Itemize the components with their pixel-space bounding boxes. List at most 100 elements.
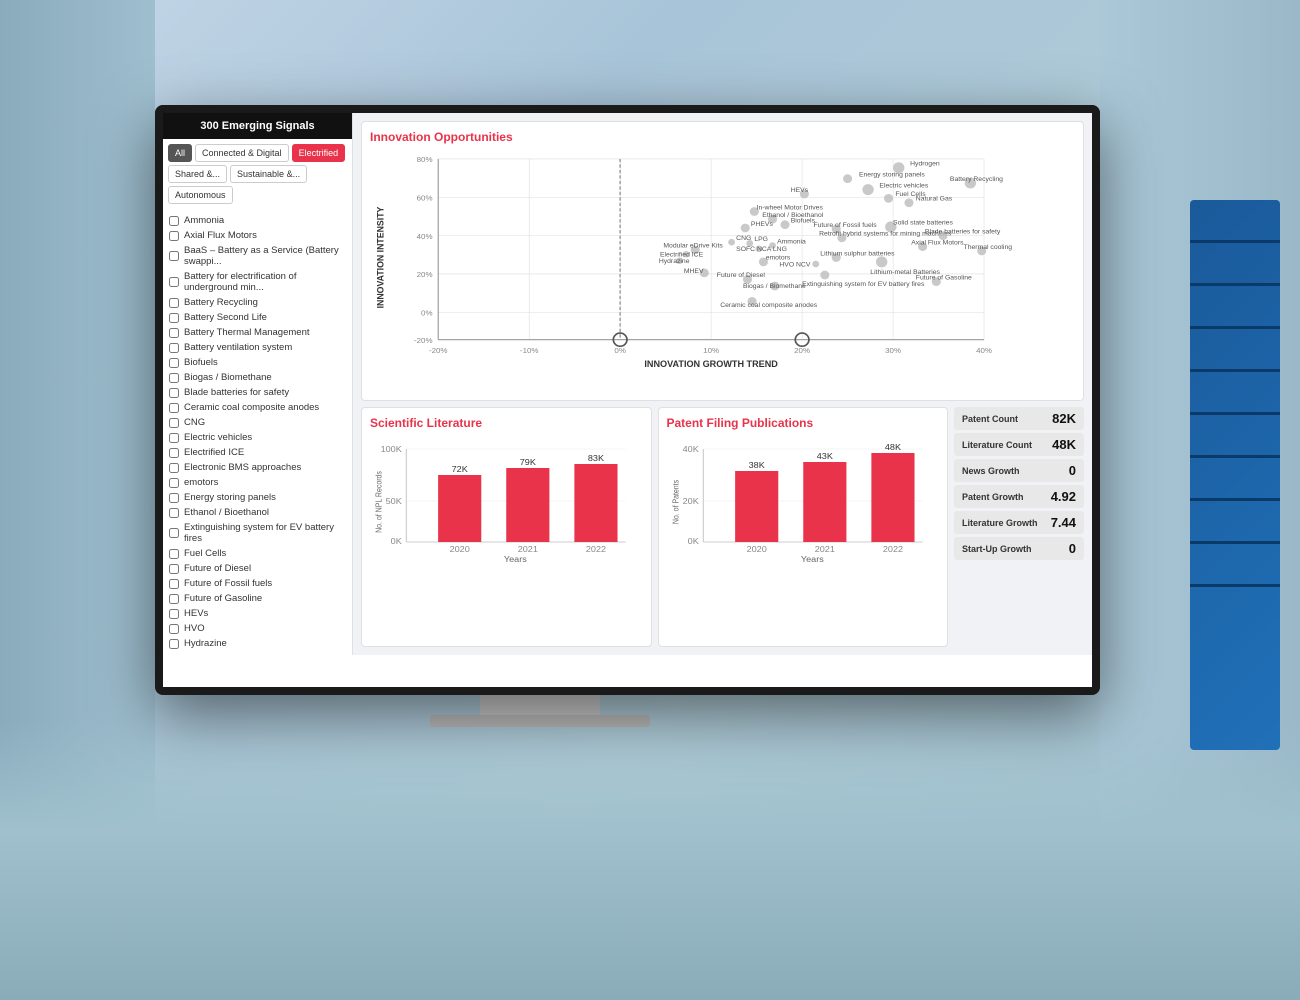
filter-sustainable[interactable]: Sustainable &... <box>230 165 307 183</box>
sidebar-item-label: emotors <box>184 477 218 488</box>
sidebar-item[interactable]: HEVs <box>169 606 346 621</box>
blue-equipment-rack <box>1190 200 1280 750</box>
sidebar-checkbox[interactable] <box>169 373 179 383</box>
sidebar-checkbox[interactable] <box>169 298 179 308</box>
dot-lithium-metal[interactable] <box>876 256 887 267</box>
sidebar-item[interactable]: Battery for electrification of undergrou… <box>169 269 346 295</box>
sidebar-item-label: Battery Recycling <box>184 297 258 308</box>
stat-card-literature-count: Literature Count48K <box>954 433 1084 456</box>
sidebar-checkbox[interactable] <box>169 594 179 604</box>
svg-text:Future of Gasoline: Future of Gasoline <box>916 275 972 282</box>
dot-electric-vehicles[interactable] <box>862 184 873 195</box>
sidebar-checkbox[interactable] <box>169 564 179 574</box>
filter-electrified[interactable]: Electrified <box>292 144 346 162</box>
sidebar-checkbox[interactable] <box>169 251 179 261</box>
dashboard: 300 Emerging Signals All Connected & Dig… <box>163 113 1092 655</box>
sidebar-header: 300 Emerging Signals <box>163 113 352 139</box>
sidebar-item[interactable]: Ammonia <box>169 213 346 228</box>
sidebar-item[interactable]: Blade batteries for safety <box>169 385 346 400</box>
sidebar-item[interactable]: Energy storing panels <box>169 490 346 505</box>
dot-cng[interactable] <box>728 239 735 246</box>
sidebar-item-label: Blade batteries for safety <box>184 387 289 398</box>
sidebar-item[interactable]: HVO <box>169 621 346 636</box>
sidebar-checkbox[interactable] <box>169 388 179 398</box>
filter-shared[interactable]: Shared &... <box>168 165 227 183</box>
scientific-literature-panel: Scientific Literature 100K 50K 0K <box>361 407 652 647</box>
sidebar-item[interactable]: Battery Second Life <box>169 310 346 325</box>
dot-energy-storing[interactable] <box>843 174 852 183</box>
stat-label: News Growth <box>962 466 1020 476</box>
sidebar-item-label: Ammonia <box>184 215 224 226</box>
sidebar-checkbox[interactable] <box>169 343 179 353</box>
sidebar-item[interactable]: CNG <box>169 415 346 430</box>
sidebar-item-label: Ethanol / Bioethanol <box>184 507 269 518</box>
sidebar-item[interactable]: Electronic BMS approaches <box>169 460 346 475</box>
sidebar-checkbox[interactable] <box>169 313 179 323</box>
sidebar-checkbox[interactable] <box>169 528 179 538</box>
patent-bar-2022[interactable] <box>871 453 914 542</box>
sidebar-item[interactable]: Biogas / Biomethane <box>169 370 346 385</box>
svg-text:Modular eDrive Kits: Modular eDrive Kits <box>663 243 723 250</box>
svg-text:Thermal cooling: Thermal cooling <box>964 244 1013 251</box>
svg-text:2020: 2020 <box>746 545 766 554</box>
sidebar-checkbox[interactable] <box>169 579 179 589</box>
sidebar-checkbox[interactable] <box>169 403 179 413</box>
sidebar-item[interactable]: BaaS – Battery as a Service (Battery swa… <box>169 243 346 269</box>
patent-bar-2021[interactable] <box>803 462 846 542</box>
sidebar-checkbox[interactable] <box>169 624 179 634</box>
dot-extinguishing[interactable] <box>820 271 829 280</box>
sidebar-item[interactable]: Electrified ICE <box>169 445 346 460</box>
sci-bar-2021[interactable] <box>506 468 549 542</box>
filter-autonomous[interactable]: Autonomous <box>168 186 233 204</box>
sci-bar-2020[interactable] <box>438 475 481 542</box>
filter-all[interactable]: All <box>168 144 192 162</box>
sidebar-item[interactable]: Extinguishing system for EV battery fire… <box>169 520 346 546</box>
sidebar-checkbox[interactable] <box>169 433 179 443</box>
sidebar-checkbox[interactable] <box>169 328 179 338</box>
svg-text:HEVs: HEVs <box>791 187 809 194</box>
sidebar-item[interactable]: Battery ventilation system <box>169 340 346 355</box>
sidebar-item[interactable]: Battery Thermal Management <box>169 325 346 340</box>
sidebar-item[interactable]: Ceramic coal composite anodes <box>169 400 346 415</box>
sidebar-checkbox[interactable] <box>169 549 179 559</box>
sidebar-checkbox[interactable] <box>169 493 179 503</box>
sidebar-checkbox[interactable] <box>169 463 179 473</box>
filter-connected[interactable]: Connected & Digital <box>195 144 289 162</box>
sidebar-item[interactable]: Battery Recycling <box>169 295 346 310</box>
sidebar-checkbox[interactable] <box>169 508 179 518</box>
sidebar-item[interactable]: Electric vehicles <box>169 430 346 445</box>
sidebar-checkbox[interactable] <box>169 358 179 368</box>
sidebar-item[interactable]: Fuel Cells <box>169 546 346 561</box>
sidebar-item[interactable]: Future of Diesel <box>169 561 346 576</box>
sidebar-item[interactable]: Biofuels <box>169 355 346 370</box>
patent-filing-panel: Patent Filing Publications 40K 20K 0K <box>658 407 949 647</box>
sidebar-item[interactable]: Axial Flux Motors <box>169 228 346 243</box>
svg-text:20%: 20% <box>417 270 433 279</box>
sci-bar-2022[interactable] <box>574 464 617 542</box>
sidebar-item[interactable]: emotors <box>169 475 346 490</box>
sidebar-checkbox[interactable] <box>169 639 179 649</box>
dot-biofuels[interactable] <box>780 220 789 229</box>
sidebar-item[interactable]: Future of Fossil fuels <box>169 576 346 591</box>
dot-fuel-cells[interactable] <box>884 194 893 203</box>
sidebar-item[interactable]: Future of Gasoline <box>169 591 346 606</box>
sidebar-checkbox[interactable] <box>169 418 179 428</box>
dot-phevs[interactable] <box>741 224 750 233</box>
sidebar-item-label: BaaS – Battery as a Service (Battery swa… <box>184 245 346 267</box>
dot-hvo[interactable] <box>812 261 819 268</box>
patent-bar-2020[interactable] <box>735 471 778 542</box>
svg-text:38K: 38K <box>748 461 764 470</box>
sidebar-item[interactable]: Ethanol / Bioethanol <box>169 505 346 520</box>
sidebar-checkbox[interactable] <box>169 231 179 241</box>
sidebar-item[interactable]: Hydrazine <box>169 636 346 651</box>
svg-text:INNOVATION INTENSITY: INNOVATION INTENSITY <box>375 207 385 309</box>
dot-natural-gas[interactable] <box>904 198 913 207</box>
sidebar-item-label: Electronic BMS approaches <box>184 462 301 473</box>
stat-value: 0 <box>1069 541 1076 556</box>
sidebar-checkbox[interactable] <box>169 448 179 458</box>
sidebar-checkbox[interactable] <box>169 277 179 287</box>
sidebar-checkbox[interactable] <box>169 216 179 226</box>
sidebar-checkbox[interactable] <box>169 478 179 488</box>
sidebar-checkbox[interactable] <box>169 609 179 619</box>
svg-text:2020: 2020 <box>450 545 470 554</box>
